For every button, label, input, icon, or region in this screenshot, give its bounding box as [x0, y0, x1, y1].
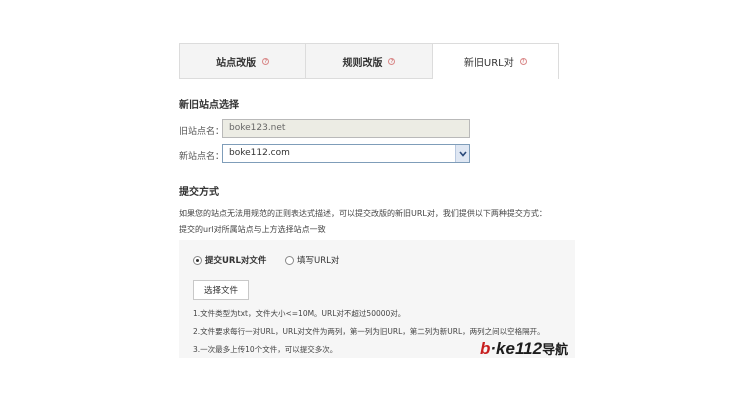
site-watermark-logo: b ·ke112 导航	[480, 339, 568, 359]
new-site-label: 新站点名：	[179, 152, 225, 162]
radio-label: 填写URL对	[297, 256, 340, 266]
tab-rule-revision[interactable]: 规则改版 ?	[306, 44, 433, 78]
old-site-label: 旧站点名：	[179, 127, 225, 137]
watermark-part: ·ke112	[490, 339, 543, 358]
note-line-3: 3.一次最多上传10个文件，可以提交多次。	[193, 345, 338, 354]
tab-site-revision[interactable]: 站点改版 ?	[180, 44, 307, 78]
radio-checked-icon	[193, 255, 202, 265]
new-site-select[interactable]: boke112.com	[222, 144, 470, 163]
submit-site-note: 提交的url对所属站点与上方选择站点一致	[179, 225, 326, 234]
note-line-1: 1.文件类型为txt，文件大小<=10M。URL对不超过50000对。	[193, 309, 406, 318]
tab-label: 规则改版	[342, 57, 383, 69]
submit-title: 提交方式	[179, 187, 219, 198]
tab-label: 站点改版	[216, 57, 257, 69]
radio-upload-file[interactable]: 提交URL对文件	[193, 254, 266, 266]
help-icon[interactable]: ?	[388, 57, 396, 65]
radio-label: 提交URL对文件	[205, 256, 267, 266]
watermark-part: 导航	[542, 342, 569, 357]
new-site-value: boke112.com	[229, 148, 290, 158]
tab-label: 新旧URL对	[463, 58, 514, 69]
help-icon[interactable]: ?	[262, 57, 270, 65]
choose-file-button[interactable]: 选择文件	[193, 280, 249, 300]
note-line-2: 2.文件要求每行一对URL，URL对文件为两列，第一列为旧URL，第二列为新UR…	[193, 327, 545, 336]
submit-description: 如果您的站点无法用规范的正则表达式描述，可以提交改版的新旧URL对，我们提供以下…	[179, 209, 547, 218]
site-select-title: 新旧站点选择	[179, 100, 239, 111]
tab-url-pairs[interactable]: 新旧URL对 ?	[432, 44, 558, 79]
tab-bar: 站点改版 ? 规则改版 ? 新旧URL对 ?	[179, 43, 559, 79]
chevron-down-icon[interactable]	[455, 145, 469, 162]
radio-manual-entry[interactable]: 填写URL对	[285, 254, 339, 266]
old-site-field[interactable]: boke123.net	[222, 119, 470, 138]
help-icon[interactable]: ?	[519, 58, 527, 65]
radio-unchecked-icon	[285, 255, 294, 265]
watermark-part: b	[480, 339, 491, 358]
